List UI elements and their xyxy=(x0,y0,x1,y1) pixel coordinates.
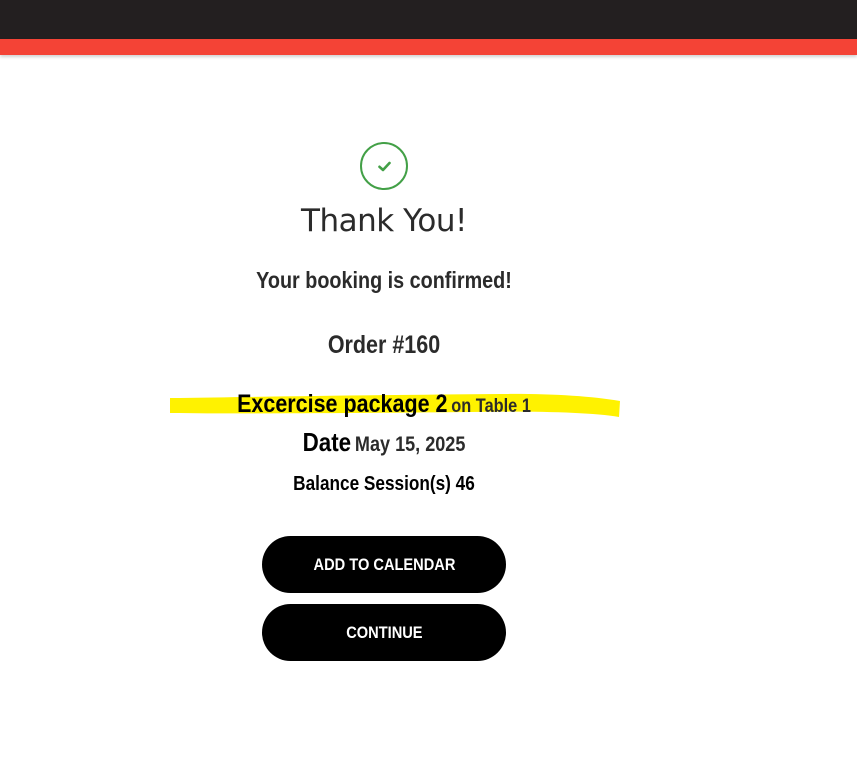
booking-confirmation-panel: Thank You! Your booking is confirmed! Or… xyxy=(0,55,768,773)
table-info: on Table 1 xyxy=(451,396,531,417)
continue-label: CONTINUE xyxy=(345,622,423,642)
booking-date: Date May 15, 2025 xyxy=(54,427,714,458)
balance-sessions: Balance Session(s) 46 xyxy=(293,473,475,495)
order-number: Order #160 xyxy=(327,331,441,359)
check-icon xyxy=(378,161,391,172)
package-details: Excercise package 2 on Table 1 xyxy=(54,390,714,419)
success-check-circle xyxy=(360,142,408,190)
package-name: Excercise package 2 xyxy=(237,390,448,418)
date-label: Date xyxy=(302,427,352,457)
add-to-calendar-button[interactable]: ADD TO CALENDAR xyxy=(262,536,506,593)
date-value: May 15, 2025 xyxy=(354,433,466,456)
accent-stripe xyxy=(0,39,857,55)
thank-you-heading: Thank You! xyxy=(301,203,467,239)
top-header-bar xyxy=(0,0,857,39)
add-to-calendar-label: ADD TO CALENDAR xyxy=(313,554,455,574)
booking-confirmed-message: Your booking is confirmed! xyxy=(256,267,512,293)
continue-button[interactable]: CONTINUE xyxy=(262,604,506,661)
